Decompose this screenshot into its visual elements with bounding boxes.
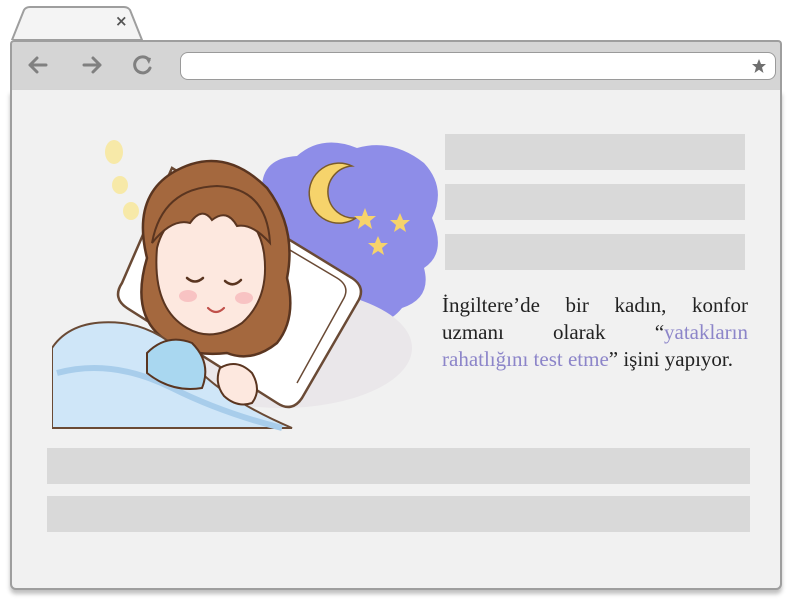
placeholder-bar [47, 448, 750, 484]
placeholder-bar [445, 134, 745, 170]
placeholder-bar [445, 184, 745, 220]
close-icon[interactable]: × [115, 12, 128, 30]
sleep-bubble-icon [112, 176, 128, 194]
sleep-bubble-icon [123, 202, 139, 220]
address-bar[interactable] [180, 52, 776, 80]
reload-icon[interactable] [132, 54, 154, 76]
sleeping-woman-illustration [52, 140, 438, 431]
back-icon[interactable] [26, 54, 48, 76]
forward-icon[interactable] [82, 54, 104, 76]
bookmark-star-icon[interactable] [751, 58, 767, 74]
placeholder-bar [47, 496, 750, 532]
sleep-bubble-icon [105, 140, 123, 164]
article-text: İngiltere’de bir kadın, konfor uzmanı ol… [442, 292, 748, 373]
browser-toolbar [10, 40, 782, 90]
placeholder-bar [445, 234, 745, 270]
article-line2: ” işini yapıyor. [608, 347, 734, 371]
